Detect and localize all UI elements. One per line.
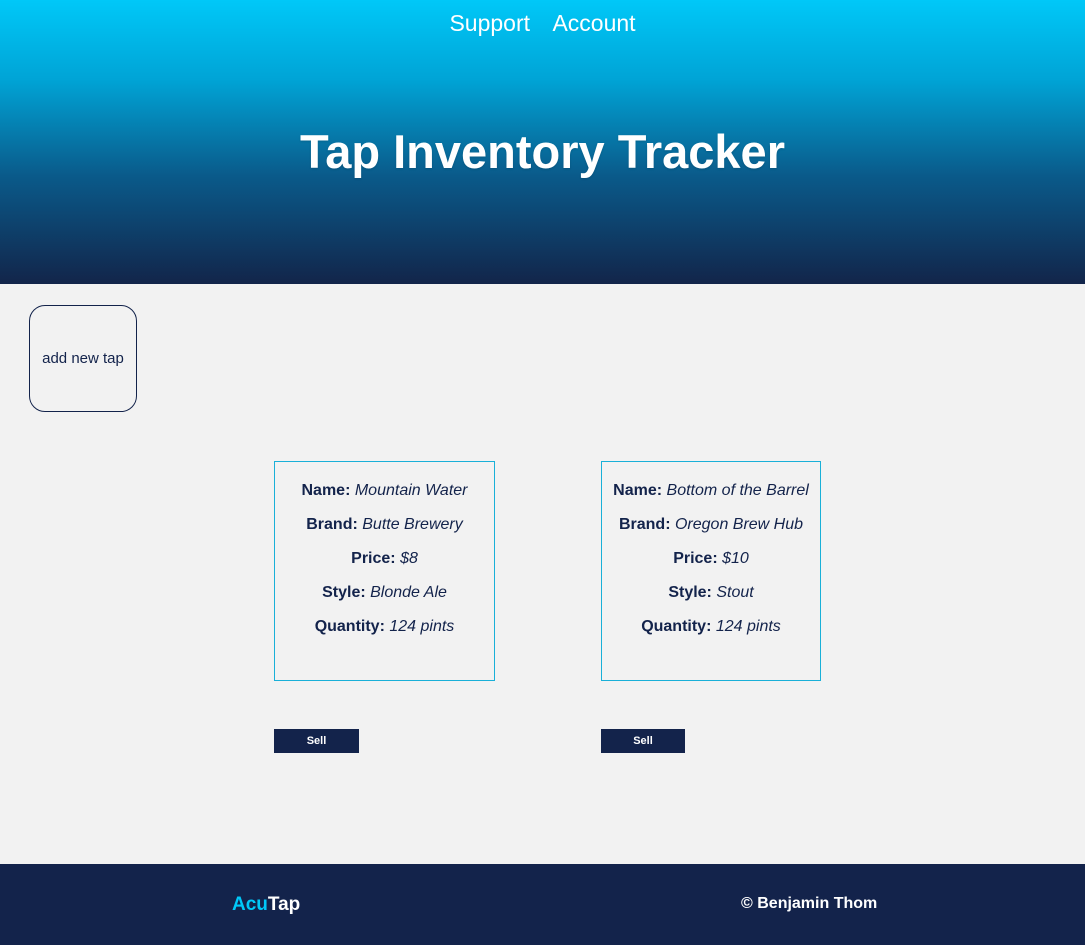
page-footer: AcuTap © Benjamin Thom	[0, 864, 1085, 945]
tap-name-value: Bottom of the Barrel	[666, 482, 809, 499]
footer-logo: AcuTap	[232, 894, 300, 916]
tap-brand-value: Butte Brewery	[362, 516, 463, 533]
tap-quantity-row: Quantity: 124 pints	[602, 617, 820, 651]
field-label: Style:	[668, 584, 717, 601]
page-title: Tap Inventory Tracker	[300, 125, 785, 178]
tap-brand-row: Brand: Oregon Brew Hub	[602, 515, 820, 549]
field-label: Quantity:	[314, 618, 390, 635]
tap-name-row: Name: Mountain Water	[275, 481, 494, 515]
field-label: Name:	[301, 482, 355, 499]
add-new-tap-label: add new tap	[42, 349, 124, 367]
tap-card: Name: Mountain Water Brand: Butte Brewer…	[274, 461, 495, 681]
tap-brand-row: Brand: Butte Brewery	[275, 515, 494, 549]
page-header: Support Account Tap Inventory Tracker	[0, 0, 1085, 284]
field-label: Brand:	[306, 516, 363, 533]
tap-brand-value: Oregon Brew Hub	[674, 516, 804, 533]
tap-style-value: Stout	[716, 584, 754, 601]
field-label: Name:	[613, 482, 667, 499]
tap-name-value: Mountain Water	[354, 482, 468, 499]
field-label: Quantity:	[641, 618, 716, 635]
tap-quantity-value: 124 pints	[389, 618, 455, 635]
tap-quantity-row: Quantity: 124 pints	[275, 617, 494, 651]
tap-style-row: Style: Stout	[602, 583, 820, 617]
tap-style-row: Style: Blonde Ale	[275, 583, 494, 617]
sell-button[interactable]: Sell	[601, 729, 685, 753]
tap-price-row: Price: $10	[602, 549, 820, 583]
add-new-tap-button[interactable]: add new tap	[29, 305, 137, 412]
field-label: Price:	[673, 550, 723, 567]
field-label: Brand:	[618, 516, 675, 533]
tap-name-row: Name: Bottom of the Barrel	[602, 481, 820, 515]
logo-part-tap: Tap	[267, 894, 301, 915]
field-label: Price:	[351, 550, 401, 567]
tap-price-row: Price: $8	[275, 549, 494, 583]
logo-part-acu: Acu	[232, 894, 268, 915]
tap-price-value: $8	[400, 550, 418, 567]
tap-quantity-value: 124 pints	[715, 618, 781, 635]
sell-button[interactable]: Sell	[274, 729, 359, 753]
copyright-text: © Benjamin Thom	[741, 895, 878, 912]
nav-link-support[interactable]: Support	[449, 10, 530, 37]
tap-style-value: Blonde Ale	[370, 584, 447, 601]
nav-link-account[interactable]: Account	[552, 10, 635, 37]
tap-card: Name: Bottom of the Barrel Brand: Oregon…	[601, 461, 821, 681]
field-label: Style:	[322, 584, 371, 601]
tap-price-value: $10	[722, 550, 749, 567]
top-nav: Support Account	[0, 10, 1085, 37]
